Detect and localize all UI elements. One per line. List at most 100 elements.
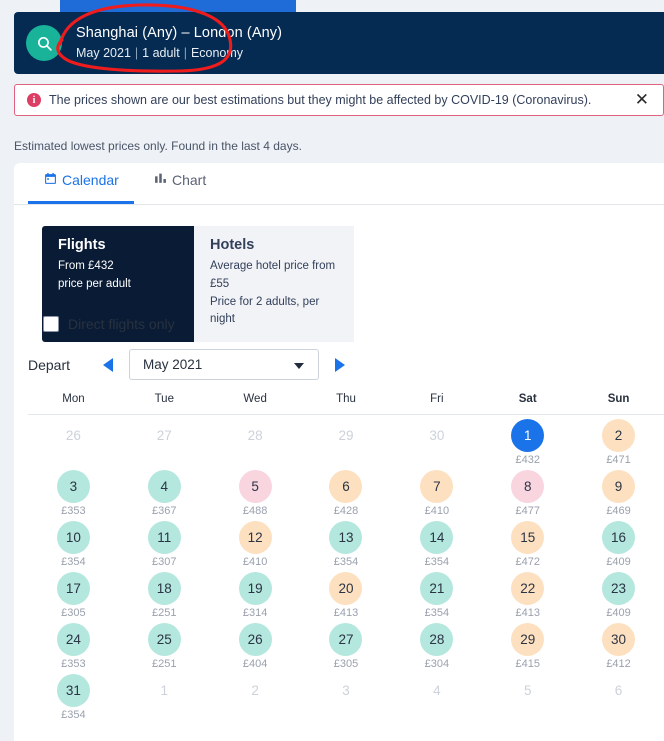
month-select-value: May 2021 (143, 357, 203, 372)
search-month: May 2021 (76, 45, 131, 60)
day-number: 6 (614, 683, 623, 698)
day-number: 28 (247, 428, 263, 443)
search-passengers: 1 adult (142, 45, 180, 60)
month-select[interactable]: May 2021 (129, 349, 319, 380)
day-number: 9 (602, 470, 636, 503)
calendar-day-cell: 27 (119, 415, 210, 466)
day-price: £410 (242, 556, 268, 568)
calendar-day-cell[interactable]: 18 £251 (119, 568, 210, 619)
day-number: 29 (338, 428, 354, 443)
day-number: 11 (147, 521, 181, 554)
compare-hotels-card[interactable]: Hotels Average hotel price from £55 Pric… (194, 226, 354, 343)
close-icon[interactable]: ✕ (635, 91, 649, 109)
calendar-day-cell[interactable]: 31 £354 (28, 670, 119, 721)
day-number: 8 (511, 470, 545, 503)
day-number: 27 (329, 623, 363, 656)
calendar-day-cell: 6 (573, 670, 664, 721)
compare-flights-price: From £432 (58, 260, 114, 272)
calendar-day-cell[interactable]: 4 £367 (119, 466, 210, 517)
search-meta: May 2021 | 1 adult | Economy (76, 45, 282, 62)
calendar-day-cell[interactable]: 16 £409 (573, 517, 664, 568)
calendar-week-row: 10 £354 11 £307 12 £410 13 £354 14 £354 15 £472 16 £4… (28, 517, 664, 568)
calendar-day-cell[interactable]: 24 £353 (28, 619, 119, 670)
calendar-day-cell[interactable]: 13 £354 (301, 517, 392, 568)
calendar-day-cell[interactable]: 7 £410 (391, 466, 482, 517)
day-price: £413 (333, 607, 359, 619)
calendar-day-cell[interactable]: 15 £472 (482, 517, 573, 568)
calendar-day-cell[interactable]: 12 £410 (210, 517, 301, 568)
day-price: £354 (61, 556, 86, 568)
day-number: 5 (238, 470, 272, 503)
compare-flights-subtitle: price per adult (58, 277, 131, 290)
compare-hotels-price: Average hotel price from £55 (210, 260, 336, 290)
calendar-day-cell[interactable]: 14 £354 (391, 517, 482, 568)
day-number: 28 (420, 623, 454, 656)
calendar-day-cell[interactable]: 20 £413 (301, 568, 392, 619)
day-number: 13 (329, 521, 363, 554)
day-price: £367 (152, 505, 177, 517)
calendar-day-cell[interactable]: 10 £354 (28, 517, 119, 568)
day-number: 21 (420, 572, 454, 605)
calendar-day-cell[interactable]: 29 £415 (482, 619, 573, 670)
calendar-day-cell[interactable]: 30 £412 (573, 619, 664, 670)
day-number: 25 (147, 623, 181, 656)
tab-calendar[interactable]: Calendar (44, 172, 119, 188)
day-price: £305 (333, 658, 359, 670)
search-summary-bar[interactable]: Shanghai (Any) – London (Any) May 2021 | 1… (14, 12, 664, 74)
calendar-day-cell[interactable]: 5 £488 (210, 466, 301, 517)
day-price: £410 (424, 505, 450, 517)
calendar-day-cell[interactable]: 25 £251 (119, 619, 210, 670)
day-price: £251 (152, 658, 177, 670)
calendar-day-cell[interactable]: 8 £477 (482, 466, 573, 517)
compare-flights-title: Flights (58, 237, 106, 253)
calendar-day-cell[interactable]: 9 £469 (573, 466, 664, 517)
day-price: £412 (606, 658, 631, 670)
day-number: 3 (56, 470, 90, 503)
chevron-right-icon[interactable] (333, 357, 346, 373)
weekday-header: Mon Tue Wed Thu Fri Sat Sun (28, 393, 664, 415)
search-icon[interactable] (26, 25, 62, 61)
chevron-down-icon (294, 363, 304, 369)
calendar-day-cell[interactable]: 6 £428 (301, 466, 392, 517)
calendar-day-cell[interactable]: 22 £413 (482, 568, 573, 619)
calendar-day-cell[interactable]: 19 £314 (210, 568, 301, 619)
day-number: 6 (329, 470, 363, 503)
day-price: £354 (424, 607, 450, 619)
tab-chart[interactable]: Chart (154, 172, 206, 188)
day-number: 20 (329, 572, 363, 605)
calendar-week-row: 3 £353 4 £367 5 £488 6 £428 7 £410 8 £477 9 £469 (28, 466, 664, 517)
meta-sep-2: | (183, 45, 187, 60)
calendar-week-row: 24 £353 25 £251 26 £404 27 £305 28 £304 29 £415 30 £4… (28, 619, 664, 670)
weekday-mon: Mon (62, 393, 85, 405)
day-price: £354 (61, 709, 86, 721)
day-number: 5 (523, 683, 532, 698)
day-price: £251 (152, 607, 177, 619)
weekday-wed: Wed (243, 393, 267, 405)
calendar-day-cell[interactable]: 26 £404 (210, 619, 301, 670)
day-price: £469 (606, 505, 631, 517)
day-number: 15 (511, 521, 545, 554)
day-number: 18 (147, 572, 181, 605)
calendar-day-cell[interactable]: 27 £305 (301, 619, 392, 670)
calendar-day-cell: 4 (391, 670, 482, 721)
day-price: £305 (61, 607, 86, 619)
info-icon: i (27, 93, 41, 107)
calendar-day-cell[interactable]: 11 £307 (119, 517, 210, 568)
direct-flights-filter[interactable]: Direct flights only (43, 316, 175, 332)
calendar-day-cell[interactable]: 23 £409 (573, 568, 664, 619)
day-number: 1 (160, 683, 169, 698)
calendar-day-cell[interactable]: 21 £354 (391, 568, 482, 619)
calendar-day-cell[interactable]: 28 £304 (391, 619, 482, 670)
chevron-left-icon[interactable] (102, 357, 115, 373)
calendar-day-cell[interactable]: 1 £432 (482, 415, 573, 466)
calendar-day-cell[interactable]: 3 £353 (28, 466, 119, 517)
direct-flights-checkbox[interactable] (43, 316, 59, 332)
day-price: £314 (242, 607, 268, 619)
calendar-day-cell[interactable]: 17 £305 (28, 568, 119, 619)
direct-flights-label: Direct flights only (68, 316, 175, 332)
day-number: 16 (602, 521, 636, 554)
calendar-day-cell[interactable]: 2 £471 (573, 415, 664, 466)
day-price: £432 (515, 454, 540, 466)
active-tab-indicator (28, 201, 134, 204)
day-number: 24 (56, 623, 90, 656)
